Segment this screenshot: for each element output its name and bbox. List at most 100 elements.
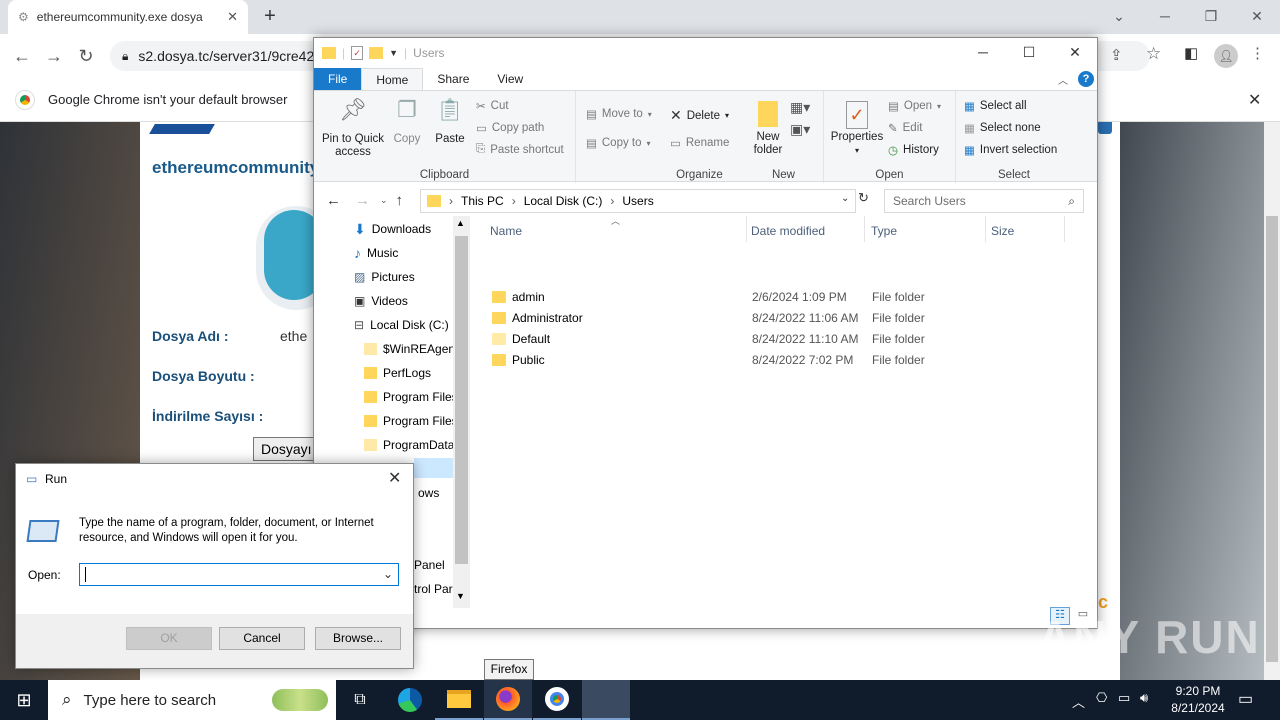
address-dropdown-icon[interactable]: ⌄ bbox=[841, 193, 849, 204]
back-nav-icon[interactable]: ← bbox=[326, 192, 341, 209]
combobox-dropdown-icon[interactable]: ⌄ bbox=[383, 567, 393, 581]
tab-close-icon[interactable]: ✕ bbox=[227, 9, 238, 25]
tab-share[interactable]: Share bbox=[423, 68, 483, 90]
cut-button[interactable]: ✂ Cut bbox=[476, 99, 509, 113]
open-button[interactable]: ▤ Open ▾ bbox=[888, 99, 941, 113]
chrome-tab-search-icon[interactable]: ⌄ bbox=[1096, 4, 1142, 30]
open-combobox[interactable]: ⌄ bbox=[79, 563, 399, 586]
properties-button[interactable]: ✓ Properties ▾ bbox=[828, 101, 886, 157]
forward-icon[interactable]: → bbox=[38, 40, 70, 72]
page-scrollbar-thumb[interactable] bbox=[1266, 216, 1278, 662]
breadcrumb-users[interactable]: Users bbox=[622, 194, 653, 208]
copy-button[interactable]: ❐ Copy bbox=[390, 99, 424, 146]
file-row[interactable]: Default 8/24/2022 11:10 AM File folder bbox=[490, 329, 1070, 350]
profile-avatar-icon[interactable]: 👤︎ bbox=[1214, 44, 1238, 68]
column-type[interactable]: Type bbox=[871, 224, 897, 238]
bookmark-star-icon[interactable]: ☆ bbox=[1146, 44, 1161, 64]
tab-file[interactable]: File bbox=[314, 68, 362, 90]
nav-item-programdata[interactable]: ProgramData bbox=[364, 433, 454, 457]
tab-home[interactable]: Home bbox=[361, 68, 424, 90]
new-folder-qat-icon[interactable] bbox=[369, 47, 384, 59]
edge-icon[interactable] bbox=[386, 680, 434, 720]
task-view-icon[interactable]: ⧉ bbox=[336, 680, 384, 720]
nav-scrollbar-thumb[interactable] bbox=[455, 236, 468, 564]
chrome-restore-button[interactable]: ❐ bbox=[1188, 4, 1234, 30]
tray-clock[interactable]: 9:20 PM 8/21/2024 bbox=[1158, 683, 1238, 717]
new-tab-button[interactable]: + bbox=[258, 6, 282, 28]
run-taskbar-icon[interactable] bbox=[582, 680, 630, 720]
nav-item-music[interactable]: ♪ Music bbox=[354, 241, 398, 265]
edit-button[interactable]: ✎ Edit bbox=[888, 121, 922, 135]
nav-item-winreagent[interactable]: $WinREAgent bbox=[364, 337, 458, 361]
share-icon[interactable]: ⇪ bbox=[1110, 46, 1123, 64]
explorer-minimize-button[interactable]: ─ bbox=[960, 38, 1006, 68]
infobar-close-icon[interactable]: ✕ bbox=[1248, 90, 1261, 110]
column-size[interactable]: Size bbox=[991, 224, 1014, 238]
nav-item-downloads[interactable]: ⬇ Downloads bbox=[354, 217, 431, 241]
select-none-button[interactable]: ▦ Select none bbox=[964, 121, 1041, 135]
nav-item-selected[interactable] bbox=[414, 458, 454, 478]
tab-view[interactable]: View bbox=[483, 68, 537, 90]
firefox-taskbar-icon[interactable] bbox=[484, 680, 532, 720]
browse-button[interactable]: Browse... bbox=[315, 627, 401, 650]
forward-nav-icon[interactable]: → bbox=[355, 192, 370, 209]
explorer-maximize-button[interactable]: ☐ bbox=[1006, 38, 1052, 68]
tray-chevron-icon[interactable]: ︿ bbox=[1072, 692, 1085, 711]
file-row[interactable]: admin 2/6/2024 1:09 PM File folder bbox=[490, 287, 1070, 308]
explorer-search-input[interactable]: Search Users ⌕ bbox=[884, 189, 1084, 213]
chrome-tab[interactable]: ⚙ ethereumcommunity.exe dosya ✕ bbox=[8, 0, 248, 34]
help-icon[interactable]: ? bbox=[1078, 71, 1094, 87]
file-explorer-taskbar-icon[interactable] bbox=[435, 680, 483, 720]
cancel-button[interactable]: Cancel bbox=[219, 627, 305, 650]
network-icon[interactable]: ▭ bbox=[1118, 690, 1130, 706]
run-close-button[interactable]: ✕ bbox=[388, 468, 401, 488]
start-windows-icon[interactable]: ⊞ bbox=[0, 680, 48, 720]
qat-dropdown-icon[interactable]: ▼ bbox=[389, 48, 398, 58]
nav-item-pictures[interactable]: ▨ Pictures bbox=[354, 265, 415, 289]
refresh-icon[interactable]: ↻ bbox=[858, 190, 869, 206]
breadcrumb-this-pc[interactable]: This PC bbox=[461, 194, 504, 208]
chrome-close-button[interactable]: ✕ bbox=[1234, 4, 1280, 30]
back-icon[interactable]: ← bbox=[6, 40, 38, 72]
copy-to-button[interactable]: ▤ Copy to ▾ bbox=[586, 136, 651, 150]
chrome-taskbar-icon[interactable] bbox=[533, 680, 581, 720]
delete-button[interactable]: ✕ Delete ▾ bbox=[670, 107, 729, 124]
nav-item-program-files-x86[interactable]: Program Files bbox=[364, 409, 458, 433]
file-row[interactable]: Administrator 8/24/2022 11:06 AM File fo… bbox=[490, 308, 1070, 329]
explorer-address-bar[interactable]: › This PC › Local Disk (C:) › Users bbox=[420, 189, 856, 213]
ribbon-collapse-icon[interactable]: ︿ bbox=[1058, 72, 1068, 87]
column-name[interactable]: Name bbox=[490, 224, 522, 238]
nav-item-perflogs[interactable]: PerfLogs bbox=[364, 361, 431, 385]
copy-path-button[interactable]: ▭ Copy path bbox=[476, 121, 544, 135]
scroll-up-icon[interactable]: ▲ bbox=[456, 218, 465, 228]
pin-quick-access-button[interactable]: 📌︎ Pin to Quick access bbox=[318, 99, 388, 159]
paste-shortcut-button[interactable]: ⎘ Paste shortcut bbox=[476, 143, 564, 156]
notifications-icon[interactable]: ▭ bbox=[1238, 689, 1253, 709]
paste-button[interactable]: 📋︎ Paste bbox=[430, 99, 470, 146]
taskbar-search-box[interactable]: ⌕ Type here to search bbox=[48, 680, 336, 720]
column-date-modified[interactable]: Date modified bbox=[751, 224, 825, 238]
move-to-button[interactable]: ▤ Move to ▾ bbox=[586, 107, 652, 121]
file-row[interactable]: Public 8/24/2022 7:02 PM File folder bbox=[490, 350, 1070, 371]
history-button[interactable]: ◷ History bbox=[888, 143, 939, 157]
nav-item-local-disk[interactable]: ⊟ Local Disk (C:) bbox=[354, 313, 449, 337]
nav-item-videos[interactable]: ▣ Videos bbox=[354, 289, 408, 313]
breadcrumb-local-disk[interactable]: Local Disk (C:) bbox=[524, 194, 603, 208]
ok-button[interactable]: OK bbox=[126, 627, 212, 650]
chrome-menu-icon[interactable]: ⋮ bbox=[1250, 44, 1265, 62]
reload-icon[interactable]: ↻ bbox=[70, 40, 102, 72]
rename-button[interactable]: ▭ Rename bbox=[670, 136, 729, 150]
invert-selection-button[interactable]: ▦ Invert selection bbox=[964, 143, 1057, 157]
select-all-button[interactable]: ▦ Select all bbox=[964, 99, 1027, 113]
chrome-minimize-button[interactable]: ─ bbox=[1142, 4, 1188, 30]
explorer-close-button[interactable]: ✕ bbox=[1052, 38, 1098, 68]
nav-item-program-files[interactable]: Program Files bbox=[364, 385, 458, 409]
nav-pane-scrollbar[interactable]: ▲ ▼ bbox=[453, 216, 470, 608]
recent-locations-icon[interactable]: ⌄ bbox=[380, 195, 388, 206]
properties-qat-icon[interactable]: ✓ bbox=[351, 46, 364, 60]
nav-item-control-panel-partial-2[interactable]: trol Par bbox=[414, 577, 453, 601]
nav-item-control-panel-partial[interactable]: Panel bbox=[414, 553, 445, 577]
tray-security-icon[interactable]: ⎔ bbox=[1096, 690, 1107, 706]
volume-icon[interactable]: 🔊︎ bbox=[1140, 690, 1148, 706]
side-panel-icon[interactable]: ◧ bbox=[1184, 44, 1198, 62]
